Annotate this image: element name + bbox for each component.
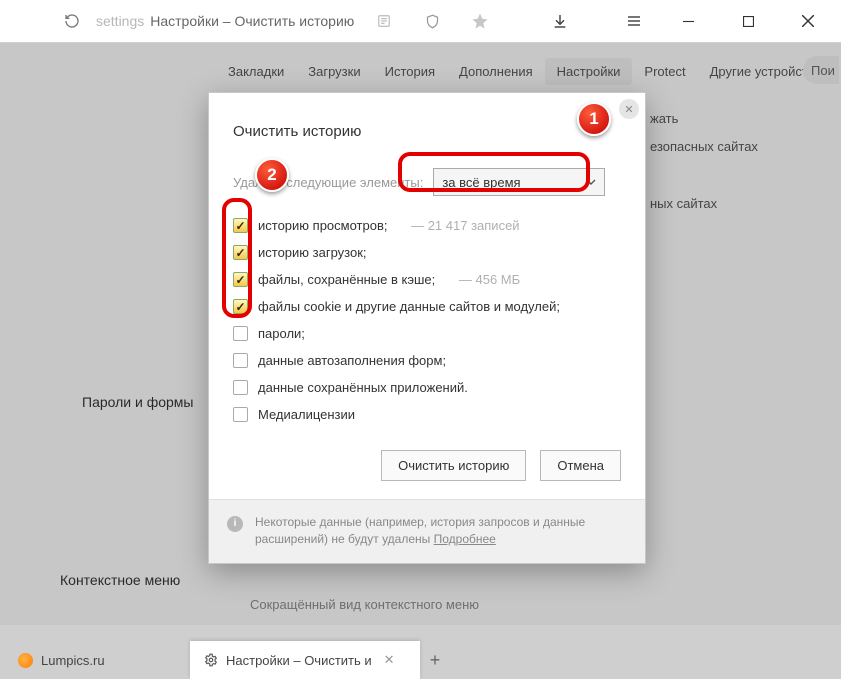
info-icon: i — [227, 516, 243, 532]
tab-close-icon[interactable]: ✕ — [384, 652, 395, 668]
checkbox[interactable] — [233, 272, 248, 287]
bookmark-star-icon[interactable] — [465, 6, 495, 36]
checkbox[interactable] — [233, 407, 248, 422]
window-maximize-icon[interactable] — [727, 6, 769, 36]
checkbox[interactable] — [233, 353, 248, 368]
time-range-label: Удалить следующие элементы: — [233, 175, 423, 190]
address-scheme: settings — [96, 13, 144, 29]
reader-icon[interactable] — [369, 6, 399, 36]
cancel-button[interactable]: Отмена — [540, 450, 621, 481]
option-cached-files[interactable]: файлы, сохранённые в кэше; — 456 МБ — [233, 272, 621, 287]
time-range-select[interactable]: за всё время — [433, 168, 605, 196]
checkbox[interactable] — [233, 299, 248, 314]
tab-title: Настройки – Очистить и — [226, 653, 372, 668]
download-icon[interactable] — [545, 6, 575, 36]
dialog-button-row: Очистить историю Отмена — [233, 450, 621, 481]
new-tab-button[interactable]: + — [420, 641, 450, 679]
chevron-down-icon — [586, 179, 596, 185]
footer-learn-more-link[interactable]: Подробнее — [434, 532, 496, 546]
clear-options-list: историю просмотров; — 21 417 записей ист… — [233, 218, 621, 422]
browser-tab-lumpics[interactable]: Lumpics.ru — [4, 641, 190, 679]
titlebar-right — [369, 6, 835, 36]
favicon-icon — [18, 653, 33, 668]
tab-title: Lumpics.ru — [41, 653, 105, 668]
window-minimize-icon[interactable] — [667, 6, 709, 36]
time-range-row: Удалить следующие элементы: за всё время — [233, 168, 621, 196]
address-title: Настройки – Очистить историю — [150, 13, 354, 29]
browser-titlebar: settings Настройки – Очистить историю — [0, 0, 841, 43]
dialog-footer: i Некоторые данные (например, история за… — [209, 499, 645, 563]
gear-icon — [204, 653, 218, 667]
checkbox[interactable] — [233, 326, 248, 341]
shield-icon[interactable] — [417, 6, 447, 36]
time-range-value: за всё время — [442, 175, 520, 190]
reload-icon[interactable] — [58, 7, 86, 35]
option-media-licenses[interactable]: Медиалицензии — [233, 407, 621, 422]
option-autofill[interactable]: данные автозаполнения форм; — [233, 353, 621, 368]
checkbox[interactable] — [233, 245, 248, 260]
browser-tab-strip: Lumpics.ru Настройки – Очистить и ✕ + — [0, 625, 841, 679]
clear-history-button[interactable]: Очистить историю — [381, 450, 526, 481]
browser-tab-settings[interactable]: Настройки – Очистить и ✕ — [190, 641, 420, 679]
checkbox[interactable] — [233, 218, 248, 233]
dialog-title: Очистить историю — [233, 123, 621, 140]
clear-history-dialog: ✕ Очистить историю Удалить следующие эле… — [208, 92, 646, 564]
option-browsing-history[interactable]: историю просмотров; — 21 417 записей — [233, 218, 621, 233]
window-close-icon[interactable] — [787, 6, 829, 36]
option-cookies[interactable]: файлы cookie и другие данные сайтов и мо… — [233, 299, 621, 314]
checkbox[interactable] — [233, 380, 248, 395]
dialog-close-icon[interactable]: ✕ — [619, 99, 639, 119]
option-app-data[interactable]: данные сохранённых приложений. — [233, 380, 621, 395]
address-bar[interactable]: settings Настройки – Очистить историю — [90, 13, 369, 29]
footer-text: Некоторые данные (например, история запр… — [255, 515, 585, 546]
option-passwords[interactable]: пароли; — [233, 326, 621, 341]
option-download-history[interactable]: историю загрузок; — [233, 245, 621, 260]
menu-icon[interactable] — [619, 6, 649, 36]
